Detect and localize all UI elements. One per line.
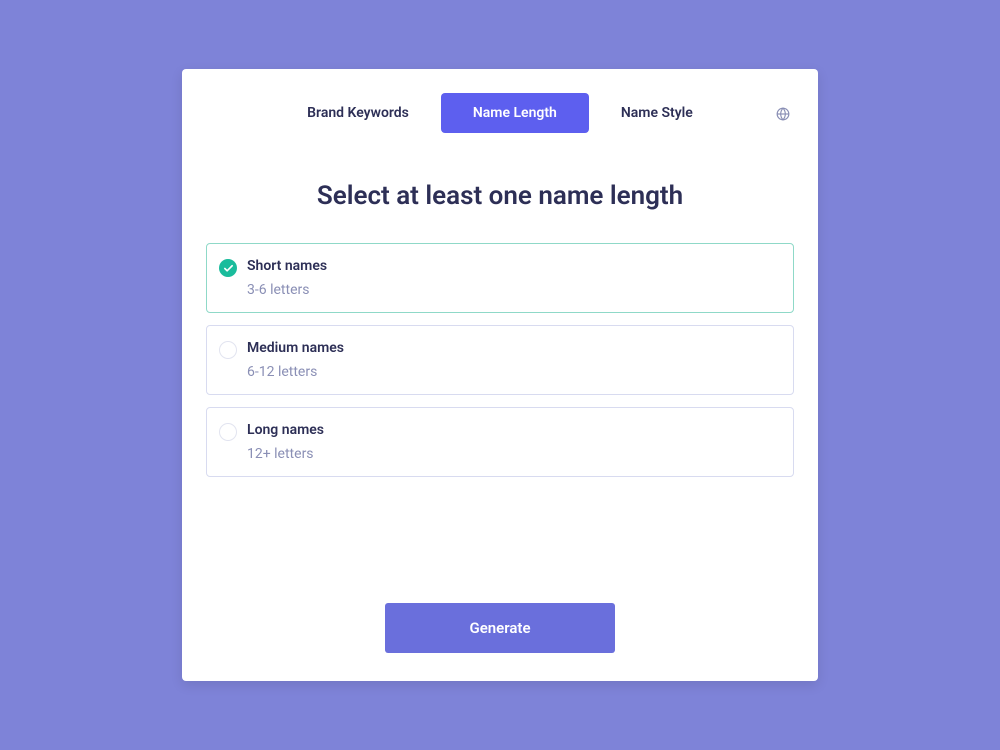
radio-unchecked-icon (219, 341, 237, 359)
tab-brand-keywords[interactable]: Brand Keywords (275, 93, 441, 133)
wizard-card: Brand Keywords Name Length Name Style Se… (182, 69, 818, 681)
wizard-tabs: Brand Keywords Name Length Name Style (206, 93, 794, 133)
tab-name-length[interactable]: Name Length (441, 93, 589, 133)
page-title: Select at least one name length (206, 181, 794, 211)
option-desc: 6-12 letters (247, 364, 344, 380)
option-medium-names[interactable]: Medium names 6-12 letters (206, 325, 794, 395)
check-icon (219, 259, 237, 277)
footer: Generate (206, 603, 794, 657)
generate-button[interactable]: Generate (385, 603, 614, 653)
option-list: Short names 3-6 letters Medium names 6-1… (206, 243, 794, 477)
globe-icon[interactable] (776, 106, 790, 120)
tab-name-style[interactable]: Name Style (589, 93, 725, 133)
option-desc: 3-6 letters (247, 282, 327, 298)
option-label: Long names (247, 422, 324, 438)
option-label: Short names (247, 258, 327, 274)
radio-unchecked-icon (219, 423, 237, 441)
option-label: Medium names (247, 340, 344, 356)
option-long-names[interactable]: Long names 12+ letters (206, 407, 794, 477)
option-desc: 12+ letters (247, 446, 324, 462)
option-content: Long names 12+ letters (247, 422, 324, 462)
option-content: Short names 3-6 letters (247, 258, 327, 298)
option-short-names[interactable]: Short names 3-6 letters (206, 243, 794, 313)
option-content: Medium names 6-12 letters (247, 340, 344, 380)
